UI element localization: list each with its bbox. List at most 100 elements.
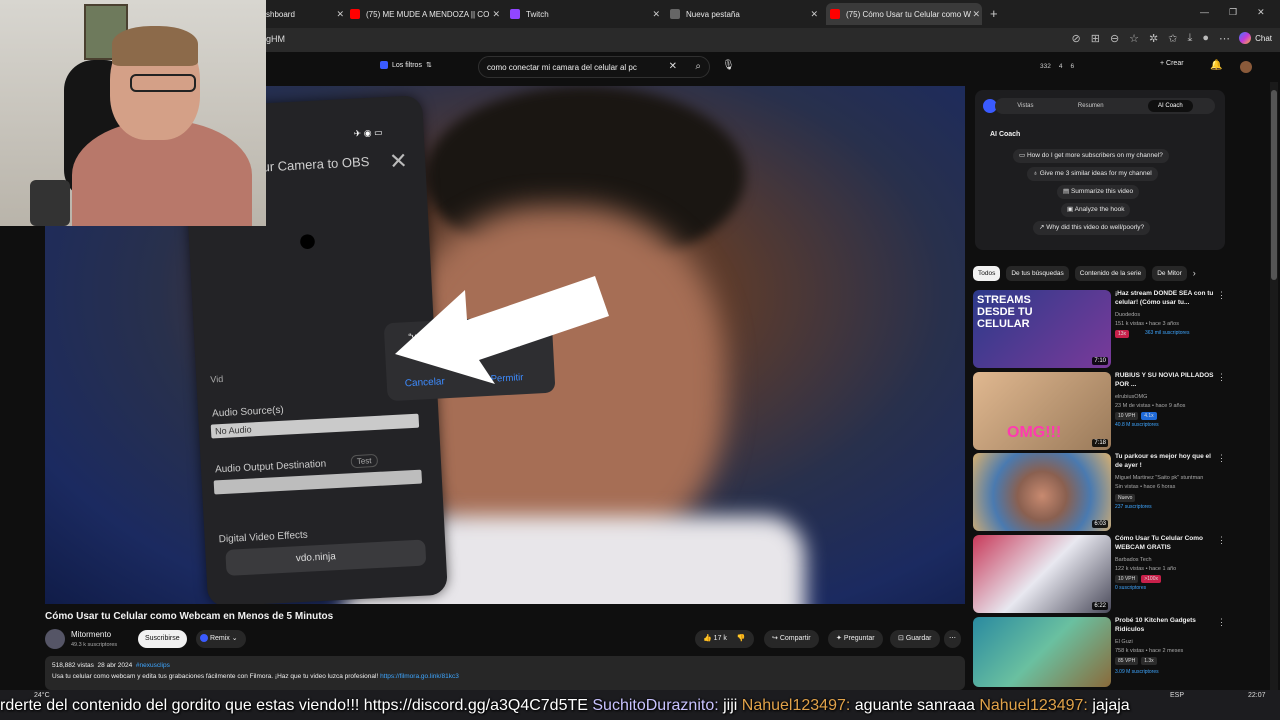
ai-prompt-ideas[interactable]: ♁ Give me 3 similar ideas for my channel: [1027, 167, 1158, 181]
filters-button[interactable]: Los filtros ⇅: [380, 61, 432, 69]
puzzle-icon[interactable]: ✲: [1149, 32, 1158, 45]
like-dislike-button[interactable]: 👍 17 k 👎: [695, 630, 754, 648]
tab-active-video[interactable]: (75) Cómo Usar tu Celular como W ✕: [826, 3, 982, 25]
audio-output-label: Audio Output Destination: [214, 458, 327, 476]
menu-dots-icon[interactable]: ⋯: [1219, 32, 1230, 45]
chip-todos[interactable]: Todos: [973, 265, 1001, 281]
recommendation-channel[interactable]: Duodedos: [1115, 312, 1140, 318]
recommendation-item[interactable]: Probé 10 Kitchen Gadgets Ridículos El Gu…: [973, 617, 1226, 687]
download-icon[interactable]: ⤓: [1187, 32, 1192, 45]
streamer-hair: [112, 26, 198, 66]
recommendation-channel[interactable]: Miguel Martinez "Saito pk" stuntman: [1115, 475, 1203, 481]
ai-prompt-subscribers[interactable]: ▭ How do I get more subscribers on my ch…: [1013, 149, 1169, 163]
share-button[interactable]: ↪ Compartir: [764, 630, 819, 648]
recommendation-badges: 85 VPH 1.3x: [1115, 657, 1157, 665]
tab-me-mude-a-mendoza[interactable]: (75) ME MUDE A MENDOZA || CO ✕: [350, 3, 502, 25]
more-options-icon[interactable]: ⋮: [1217, 290, 1226, 301]
more-options-icon[interactable]: ⋮: [1217, 453, 1226, 464]
extension-icon[interactable]: ⊘: [1072, 32, 1081, 45]
description-box[interactable]: 518,882 vistas 28 abr 2024 #nexusclips U…: [45, 656, 965, 690]
new-tab-icon[interactable]: +: [990, 6, 998, 21]
more-options-icon[interactable]: ⋮: [1217, 535, 1226, 546]
recommendation-subs: 40.8 M suscriptores: [1115, 422, 1159, 428]
close-icon[interactable]: ✕: [652, 9, 660, 20]
restore-icon[interactable]: ❐: [1229, 7, 1237, 18]
recommendation-title[interactable]: Probé 10 Kitchen Gadgets Ridículos: [1115, 617, 1215, 634]
language-indicator[interactable]: ESP: [1170, 692, 1184, 699]
subscribe-button[interactable]: Suscribirse: [138, 630, 187, 648]
remix-button[interactable]: Remix ⌄: [196, 630, 246, 648]
close-icon[interactable]: ✕: [810, 9, 818, 20]
close-icon[interactable]: ✕: [336, 9, 344, 20]
search-box[interactable]: como conectar mi camara del celular al p…: [478, 56, 710, 78]
microphone-icon[interactable]: 🎙: [722, 60, 735, 71]
recommendation-meta: 758 k vistas • hace 2 meses: [1115, 648, 1184, 654]
chip-contenido-serie[interactable]: Contenido de la serie: [1074, 265, 1147, 281]
ask-button[interactable]: ✦ Preguntar: [828, 630, 883, 648]
more-options-icon[interactable]: ⋮: [1217, 617, 1226, 628]
account-avatar[interactable]: [1240, 61, 1252, 73]
tab-dashboard[interactable]: shboard ✕: [266, 3, 346, 25]
tab-twitch[interactable]: Twitch ✕: [510, 3, 662, 25]
tab-resumen[interactable]: Resumen: [1078, 103, 1104, 109]
url-text[interactable]: gHM: [266, 34, 285, 44]
ai-prompt-performance[interactable]: ↗ Why did this video do well/poorly?: [1033, 221, 1151, 235]
profile-icon[interactable]: ●: [1202, 32, 1209, 45]
recommendation-item[interactable]: STREAMS DESDE TU CELULAR 7:10 ¡Haz strea…: [973, 290, 1226, 368]
recommendation-channel[interactable]: elrubiusOMG: [1115, 394, 1147, 400]
recommendation-thumbnail[interactable]: STREAMS DESDE TU CELULAR 7:10: [973, 290, 1111, 368]
video-title: Cómo Usar tu Celular como Webcam en Meno…: [45, 611, 334, 622]
recommendation-item[interactable]: 6:03 Tu parkour es mejor hoy que el de a…: [973, 453, 1226, 531]
chat-button[interactable]: Chat: [1239, 32, 1272, 44]
recommendation-channel[interactable]: Barbados Tech: [1115, 557, 1152, 563]
notifications-bell-icon[interactable]: 🔔: [1210, 60, 1222, 71]
channel-name[interactable]: Mitormento: [71, 630, 111, 639]
filter-chips: Todos De tus búsquedas Contenido de la s…: [973, 264, 1196, 282]
recommendation-title[interactable]: RUBIUS Y SU NOVIA PILLADOS POR ...: [1115, 372, 1215, 389]
taskbar-clock[interactable]: 22:07: [1248, 692, 1266, 699]
minimize-icon[interactable]: —: [1200, 7, 1209, 18]
recommendation-item[interactable]: 6:22 Cómo Usar Tu Celular Como WEBCAM GR…: [973, 535, 1226, 613]
ai-prompt-summarize[interactable]: ▤ Summarize this video: [1057, 185, 1140, 199]
recommendation-title[interactable]: Tu parkour es mejor hoy que el de ayer !: [1115, 453, 1215, 470]
tab-ai-coach[interactable]: AI Coach: [1148, 100, 1193, 112]
chip-de-tus-busquedas[interactable]: De tus búsquedas: [1006, 265, 1069, 281]
window-close-icon[interactable]: ✕: [1257, 7, 1265, 18]
apps-icon[interactable]: ⊞: [1091, 32, 1100, 45]
filmora-link[interactable]: https://filmora.go.link/81kc3: [380, 673, 459, 680]
bookmark-star-icon[interactable]: ☆: [1129, 32, 1139, 45]
recommendation-thumbnail[interactable]: [973, 617, 1111, 687]
youtube-favicon-icon: [350, 9, 360, 19]
tab-nueva-pestana[interactable]: Nueva pestaña ✕: [670, 3, 820, 25]
hashtag-link[interactable]: #nexusclips: [136, 662, 170, 669]
more-options-icon[interactable]: ⋮: [1217, 372, 1226, 383]
recommendation-title[interactable]: ¡Haz stream DONDE SEA con tu celular! (C…: [1115, 290, 1215, 307]
favorites-icon[interactable]: ✩: [1168, 32, 1177, 45]
tab-vistas[interactable]: Vistas: [1017, 103, 1033, 109]
close-icon[interactable]: ✕: [972, 9, 980, 20]
recommendation-thumbnail[interactable]: 6:22: [973, 535, 1111, 613]
chevron-right-icon[interactable]: ›: [1193, 268, 1196, 278]
search-input[interactable]: como conectar mi camara del celular al p…: [487, 63, 637, 72]
thumbs-down-icon: 👎: [736, 635, 746, 642]
page-scrollbar-thumb[interactable]: [1271, 90, 1277, 280]
ai-prompt-hook[interactable]: ▣ Analyze the hook: [1061, 203, 1131, 217]
audio-source-label: Audio Source(s): [211, 404, 285, 420]
create-button[interactable]: + Crear: [1160, 60, 1184, 67]
clear-search-icon[interactable]: ✕: [669, 61, 677, 72]
channel-avatar[interactable]: [45, 629, 65, 649]
chat-icon: ▭: [1019, 152, 1026, 159]
recommendation-item[interactable]: OMG!!! 7:18 RUBIUS Y SU NOVIA PILLADOS P…: [973, 372, 1226, 450]
recommendation-thumbnail[interactable]: OMG!!! 7:18: [973, 372, 1111, 450]
recommendation-thumbnail[interactable]: 6:03: [973, 453, 1111, 531]
more-actions-button[interactable]: ⋯: [944, 630, 961, 648]
close-icon[interactable]: ✕: [492, 9, 500, 20]
recommendation-title[interactable]: Cómo Usar Tu Celular Como WEBCAM GRATIS: [1115, 535, 1215, 552]
search-icon[interactable]: ⌕: [695, 61, 701, 72]
recommendation-channel[interactable]: El Guzi: [1115, 639, 1133, 645]
video-duration: 7:10: [1092, 357, 1108, 365]
digital-effects-label: Digital Video Effects: [218, 529, 309, 546]
zoom-icon[interactable]: ⊖: [1110, 32, 1119, 45]
save-button[interactable]: ⊡ Guardar: [890, 630, 940, 648]
chip-de-mitor[interactable]: De Mitor: [1152, 265, 1187, 281]
